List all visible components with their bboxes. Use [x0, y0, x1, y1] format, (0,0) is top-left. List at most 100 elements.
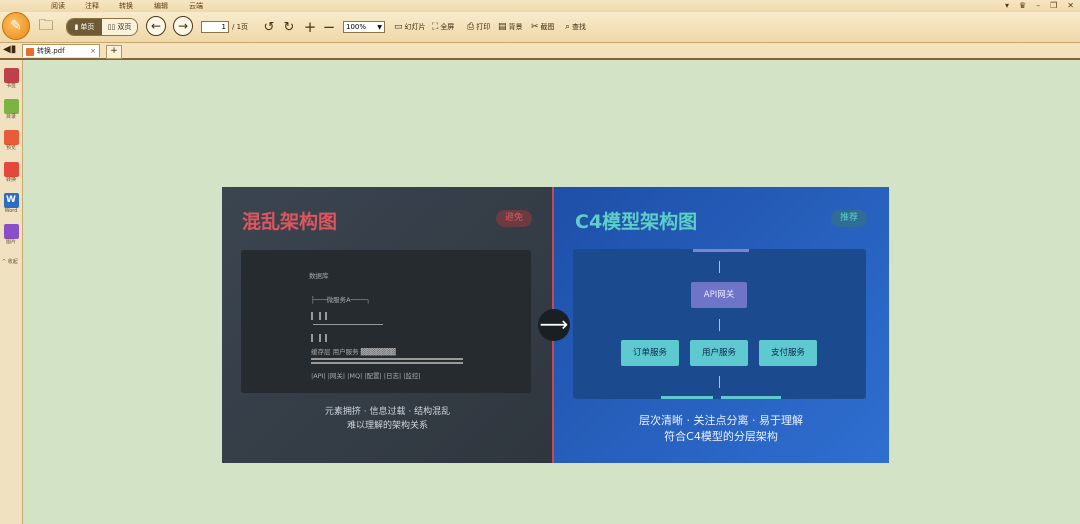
chaos-mark — [311, 358, 463, 360]
double-page-button[interactable]: ▯▯ 双页 — [102, 19, 137, 35]
tab-title: 转换.pdf — [37, 47, 65, 55]
new-tab-button[interactable]: + — [106, 45, 122, 59]
sidebar-label: 转换 — [5, 177, 16, 183]
tab-close-icon[interactable]: × — [90, 45, 96, 58]
sidebar-label: 目录 — [5, 114, 16, 120]
print-label: 打印 — [476, 23, 491, 31]
chaos-line: 数据库 — [309, 272, 329, 280]
page-total: / 1页 — [232, 23, 249, 31]
chaos-mark — [325, 334, 327, 342]
connector-line — [719, 319, 720, 331]
background-label: 背景 — [508, 23, 523, 31]
document-page: 混乱架构图 避免 数据库 ├───微服务A────┐ 缓存层 用户服务 ▓▓▓▓… — [222, 187, 889, 463]
pdf-file-icon — [26, 48, 34, 56]
collapse-sidebar-icon[interactable]: ◀▮ — [3, 44, 16, 55]
chevron-down-icon: ▼ — [377, 24, 382, 31]
menu-convert[interactable]: 转换 — [108, 0, 144, 12]
zoom-value: 100% — [346, 23, 367, 31]
single-page-label: 单页 — [80, 23, 95, 31]
chaos-mark — [311, 312, 313, 320]
sidebar-label: 书签 — [5, 83, 16, 89]
caption-line: 符合C4模型的分层架构 — [664, 430, 778, 443]
tab-document[interactable]: 转换.pdf × — [22, 44, 100, 57]
fullscreen-icon: ⛶ — [432, 22, 439, 32]
chaos-title: 混乱架构图 — [242, 211, 338, 233]
menu-cloud[interactable]: 云端 — [178, 0, 214, 12]
background-icon: ▤ — [498, 22, 507, 32]
sidebar-item-bookmarks[interactable]: 书签 — [2, 68, 20, 90]
recommend-badge: 推荐 — [830, 210, 867, 227]
sidebar-label: Word — [4, 208, 18, 214]
payment-service-node: 支付服务 — [759, 340, 817, 366]
find-button[interactable]: ⌕ 查找 — [565, 21, 586, 33]
toc-icon — [3, 99, 19, 114]
dropdown-icon[interactable]: ▾ — [1005, 0, 1009, 12]
zoom-in-icon[interactable]: + — [303, 18, 317, 36]
rotate-left-icon[interactable]: ↺ — [262, 18, 276, 36]
c4-diagram: API网关 订单服务 用户服务 支付服务 — [573, 249, 866, 399]
arrow-right-icon: ⟶ — [538, 309, 570, 341]
connector-line — [719, 376, 720, 388]
sidebar: 书签 目录 预览 转换 W Word 图片 ^ 收起 — [0, 60, 23, 524]
minimize-icon[interactable]: – — [1036, 0, 1040, 12]
skin-icon[interactable]: ♛ — [1019, 0, 1026, 12]
print-icon: ⎙ — [467, 22, 475, 32]
chaos-diagram: 数据库 ├───微服务A────┐ 缓存层 用户服务 ▓▓▓▓▓▓▓ |API|… — [241, 250, 531, 393]
fullscreen-button[interactable]: ⛶ 全屏 — [432, 21, 454, 33]
double-page-icon: ▯▯ — [107, 23, 116, 31]
chaos-mark — [319, 334, 321, 342]
menu-annotate[interactable]: 注释 — [74, 0, 110, 12]
next-page-button[interactable]: → — [173, 16, 193, 36]
bookmark-icon — [3, 68, 19, 83]
menu-bar: 阅读 注释 转换 编辑 云端 ▾ ♛ – ❐ ✕ — [0, 0, 1080, 12]
connector-line — [719, 261, 720, 273]
maximize-icon[interactable]: ❐ — [1050, 0, 1057, 12]
search-icon: ⌕ — [565, 22, 571, 32]
sidebar-label: 图片 — [5, 239, 16, 245]
c4-title: C4模型架构图 — [575, 211, 698, 233]
print-button[interactable]: ⎙ 打印 — [467, 21, 490, 33]
slideshow-label: 幻灯片 — [404, 23, 426, 31]
api-gateway-node: API网关 — [691, 282, 747, 308]
sidebar-item-word[interactable]: W Word — [2, 193, 20, 215]
sidebar-collapse[interactable]: ^ 收起 — [2, 258, 18, 265]
page-number-input[interactable]: 1 — [201, 21, 229, 33]
sidebar-item-preview[interactable]: 预览 — [2, 130, 20, 152]
single-page-button[interactable]: ▮ 单页 — [67, 19, 102, 35]
screenshot-button[interactable]: ✂ 截图 — [531, 21, 555, 33]
c4-panel: C4模型架构图 推荐 API网关 订单服务 用户服务 支付服务 层次清晰 · 关… — [553, 187, 889, 463]
chaos-mark — [311, 334, 313, 342]
app-logo-icon[interactable]: ✎ — [2, 12, 30, 40]
close-icon[interactable]: ✕ — [1067, 0, 1074, 12]
open-folder-icon[interactable]: 🗀 — [36, 16, 56, 36]
chaos-line: ├───微服务A────┐ — [311, 296, 371, 304]
rotate-right-icon[interactable]: ↻ — [282, 18, 296, 36]
chaos-caption: 元素拥挤 · 信息过载 · 结构混乱 难以理解的架构关系 — [222, 405, 553, 433]
slideshow-icon: ▭ — [394, 22, 403, 32]
sidebar-item-toc[interactable]: 目录 — [2, 99, 20, 121]
user-service-node: 用户服务 — [690, 340, 748, 366]
word-icon: W — [3, 193, 19, 208]
toolbar: ✎ 🗀 ▮ 单页 ▯▯ 双页 ← → 1 / 1页 ↺ ↻ + − 100% ▼ ▭ 幻… — [0, 12, 1080, 43]
scissors-icon: ✂ — [531, 22, 539, 32]
chaos-panel: 混乱架构图 避免 数据库 ├───微服务A────┐ 缓存层 用户服务 ▓▓▓▓… — [222, 187, 553, 463]
c4-caption: 层次清晰 · 关注点分离 · 易于理解 符合C4模型的分层架构 — [553, 413, 889, 445]
menu-edit[interactable]: 编辑 — [143, 0, 179, 12]
chaos-mark — [311, 362, 463, 364]
zoom-select[interactable]: 100% ▼ — [343, 21, 385, 33]
sidebar-item-convert[interactable]: 转换 — [2, 162, 20, 184]
double-page-label: 双页 — [117, 23, 132, 31]
screenshot-label: 截图 — [540, 23, 555, 31]
prev-page-button[interactable]: ← — [146, 16, 166, 36]
bottom-node-stub — [721, 396, 781, 399]
sidebar-item-image[interactable]: 图片 — [2, 224, 20, 246]
image-icon — [3, 224, 19, 239]
avoid-badge: 避免 — [495, 210, 532, 227]
slideshow-button[interactable]: ▭ 幻灯片 — [394, 21, 426, 33]
single-page-icon: ▮ — [74, 23, 79, 31]
zoom-out-icon[interactable]: − — [322, 18, 336, 36]
menu-read[interactable]: 阅读 — [40, 0, 76, 12]
background-button[interactable]: ▤ 背景 — [498, 21, 523, 33]
window-controls: ▾ ♛ – ❐ ✕ — [1005, 0, 1074, 12]
page-mode-toggle: ▮ 单页 ▯▯ 双页 — [66, 18, 138, 36]
